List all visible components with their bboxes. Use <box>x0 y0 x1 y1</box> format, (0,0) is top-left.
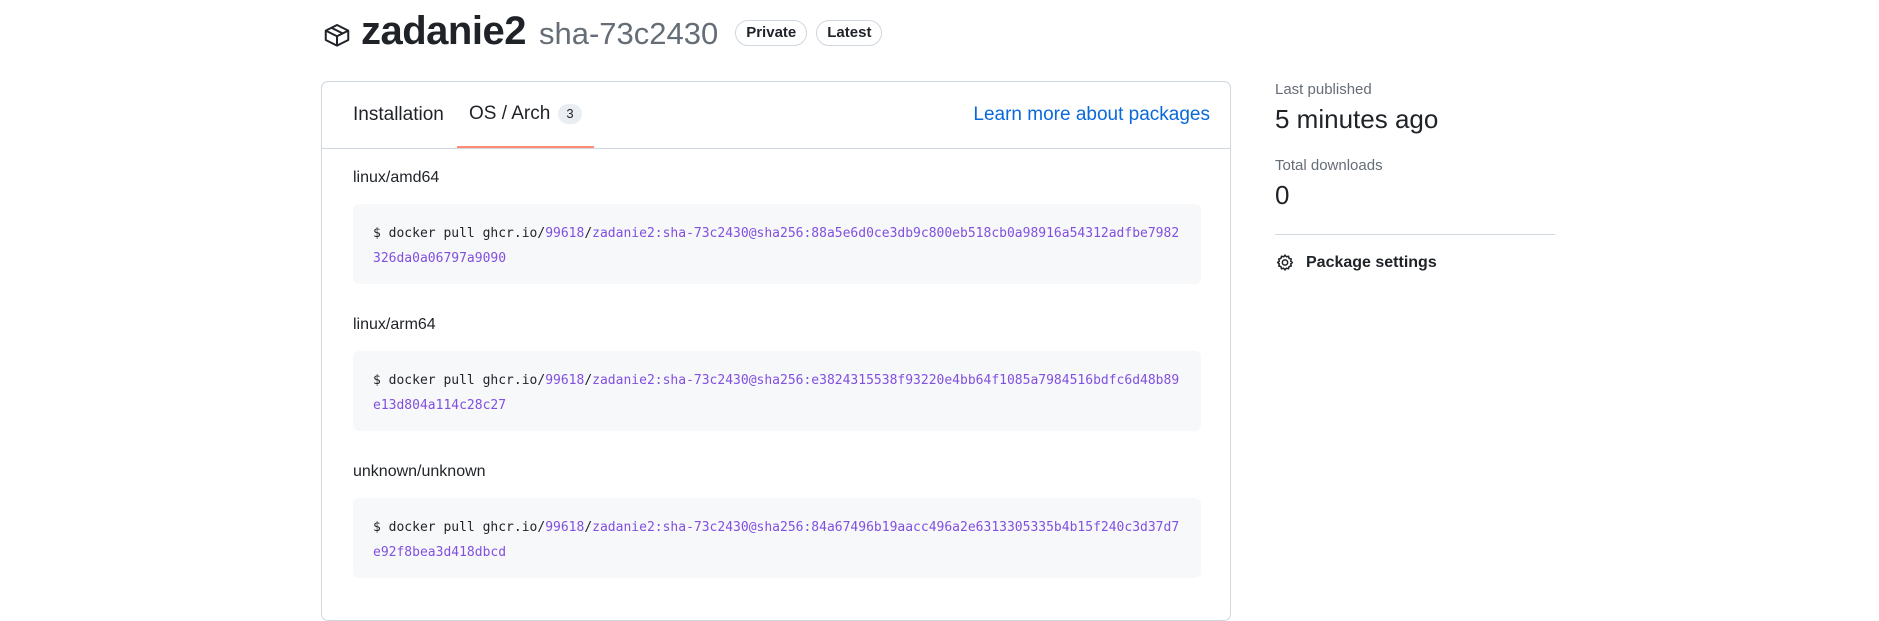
command-prefix: $ docker pull ghcr.io/ <box>373 520 546 535</box>
command-owner: 99618 <box>545 373 585 388</box>
tab-os-arch-count: 3 <box>558 104 582 124</box>
tab-bar: Installation OS / Arch 3 Learn more abou… <box>322 82 1230 149</box>
platform-label: linux/amd64 <box>353 169 440 186</box>
last-published-value: 5 minutes ago <box>1275 104 1439 134</box>
total-downloads-block: Total downloads 0 <box>1275 156 1555 226</box>
latest-badge: Latest <box>816 20 883 46</box>
tab-installation[interactable]: Installation <box>353 82 444 148</box>
command-prefix: $ docker pull ghcr.io/ <box>373 226 546 241</box>
command-slash: / <box>584 373 593 388</box>
command-prefix: $ docker pull ghcr.io/ <box>373 373 546 388</box>
learn-more-link[interactable]: Learn more about packages <box>973 82 1210 148</box>
platform-label: unknown/unknown <box>353 463 486 480</box>
platform-item: linux/amd64 $ docker pull ghcr.io/99618/… <box>353 166 1201 313</box>
total-downloads-value: 0 <box>1275 180 1290 210</box>
tab-installation-label: Installation <box>353 104 444 125</box>
total-downloads-label: Total downloads <box>1275 157 1383 174</box>
platform-item: linux/arm64 $ docker pull ghcr.io/99618/… <box>353 313 1201 460</box>
tab-os-arch[interactable]: OS / Arch 3 <box>457 82 594 148</box>
package-settings-link[interactable]: Package settings <box>1275 253 1555 273</box>
package-name: zadanie2 <box>361 8 526 53</box>
package-sidebar: Last published 5 minutes ago Total downl… <box>1275 80 1555 273</box>
command-slash: / <box>584 226 593 241</box>
last-published-label: Last published <box>1275 81 1372 98</box>
gear-icon <box>1275 253 1295 273</box>
sidebar-divider <box>1275 234 1555 235</box>
docker-pull-command[interactable]: $ docker pull ghcr.io/99618/zadanie2:sha… <box>353 351 1201 431</box>
package-settings-label: Package settings <box>1306 254 1437 271</box>
platform-label: linux/arm64 <box>353 316 436 333</box>
docker-pull-command[interactable]: $ docker pull ghcr.io/99618/zadanie2:sha… <box>353 204 1201 284</box>
docker-pull-command[interactable]: $ docker pull ghcr.io/99618/zadanie2:sha… <box>353 498 1201 578</box>
command-slash: / <box>584 520 593 535</box>
package-icon <box>321 19 353 51</box>
command-owner: 99618 <box>545 226 585 241</box>
command-owner: 99618 <box>545 520 585 535</box>
package-header: zadanie2 sha-73c2430 Private Latest <box>321 0 891 62</box>
package-tag: sha-73c2430 <box>538 16 719 51</box>
private-badge: Private <box>735 20 808 46</box>
package-details-box: Installation OS / Arch 3 Learn more abou… <box>321 81 1231 621</box>
tab-os-arch-label: OS / Arch <box>469 103 551 124</box>
platform-item: unknown/unknown $ docker pull ghcr.io/99… <box>353 460 1201 607</box>
platform-list: linux/amd64 $ docker pull ghcr.io/99618/… <box>353 166 1201 607</box>
last-published-block: Last published 5 minutes ago <box>1275 80 1555 156</box>
